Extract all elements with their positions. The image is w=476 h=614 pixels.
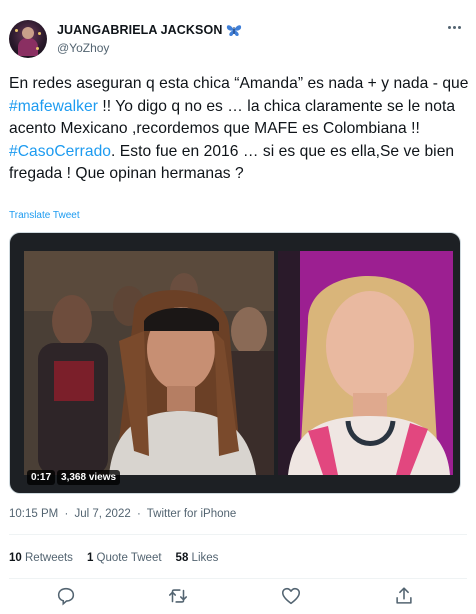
likes-count: 58 <box>175 552 189 564</box>
tweet-source[interactable]: Twitter for iPhone <box>147 508 236 520</box>
retweet-icon[interactable] <box>167 585 189 607</box>
video-frame-left <box>24 251 274 475</box>
avatar-sparkle <box>36 47 39 50</box>
avatar-figure-body <box>18 38 38 56</box>
video-frame-right <box>278 251 453 475</box>
tweet-actions <box>0 585 476 609</box>
meta-separator: · <box>136 508 141 520</box>
likes-label: Likes <box>191 552 219 564</box>
retweets-label: Retweets <box>25 552 73 564</box>
divider <box>9 578 467 579</box>
video-views: 3,368 views <box>57 470 121 485</box>
hashtag-link[interactable]: #mafewalker <box>9 98 98 115</box>
retweets-stat[interactable]: 10 Retweets <box>9 552 73 564</box>
like-icon[interactable] <box>280 585 302 607</box>
author-name-row: JUANGABRIELA JACKSON <box>57 23 242 37</box>
reply-icon[interactable] <box>55 585 77 607</box>
author-display-name[interactable]: JUANGABRIELA JACKSON <box>57 23 222 37</box>
video-scene-right <box>278 251 453 475</box>
likes-stat[interactable]: 58 Likes <box>176 552 219 564</box>
author-handle[interactable]: @YoZhoy <box>57 41 109 55</box>
video-scene-left <box>24 251 274 475</box>
avatar[interactable] <box>9 20 47 58</box>
share-icon[interactable] <box>393 585 415 607</box>
tweet: JUANGABRIELA JACKSON @YoZhoy En redes as… <box>0 0 476 614</box>
tweet-stats: 10 Retweets 1 Quote Tweet 58 Likes <box>9 552 218 564</box>
quote-tweets-count: 1 <box>86 552 94 564</box>
butterfly-icon <box>227 24 242 36</box>
tweet-time[interactable]: 10:15 PM <box>9 508 58 520</box>
translate-tweet-link[interactable]: Translate Tweet <box>9 210 80 221</box>
video-player[interactable]: 0:17 3,368 views <box>9 232 461 494</box>
more-options-icon[interactable] <box>448 26 461 29</box>
tweet-date[interactable]: Jul 7, 2022 <box>74 508 130 520</box>
tweet-meta: 10:15 PM · Jul 7, 2022 · Twitter for iPh… <box>9 508 239 520</box>
avatar-figure-head <box>22 27 34 39</box>
meta-separator: · <box>64 508 69 520</box>
tweet-text: En redes aseguran q esta chica “Amanda” … <box>9 73 471 186</box>
quote-tweets-stat[interactable]: 1 Quote Tweet <box>87 552 162 564</box>
avatar-sparkle <box>15 29 18 32</box>
retweets-count: 10 <box>9 552 22 564</box>
hashtag-link[interactable]: #CasoCerrado <box>9 143 111 160</box>
divider <box>9 534 467 535</box>
quote-tweets-label: Quote Tweet <box>96 552 162 564</box>
video-badges: 0:17 3,368 views <box>27 470 121 485</box>
avatar-sparkle <box>38 32 41 35</box>
video-duration: 0:17 <box>27 470 56 485</box>
tweet-text-part: En redes aseguran q esta chica “Amanda” … <box>9 75 469 92</box>
